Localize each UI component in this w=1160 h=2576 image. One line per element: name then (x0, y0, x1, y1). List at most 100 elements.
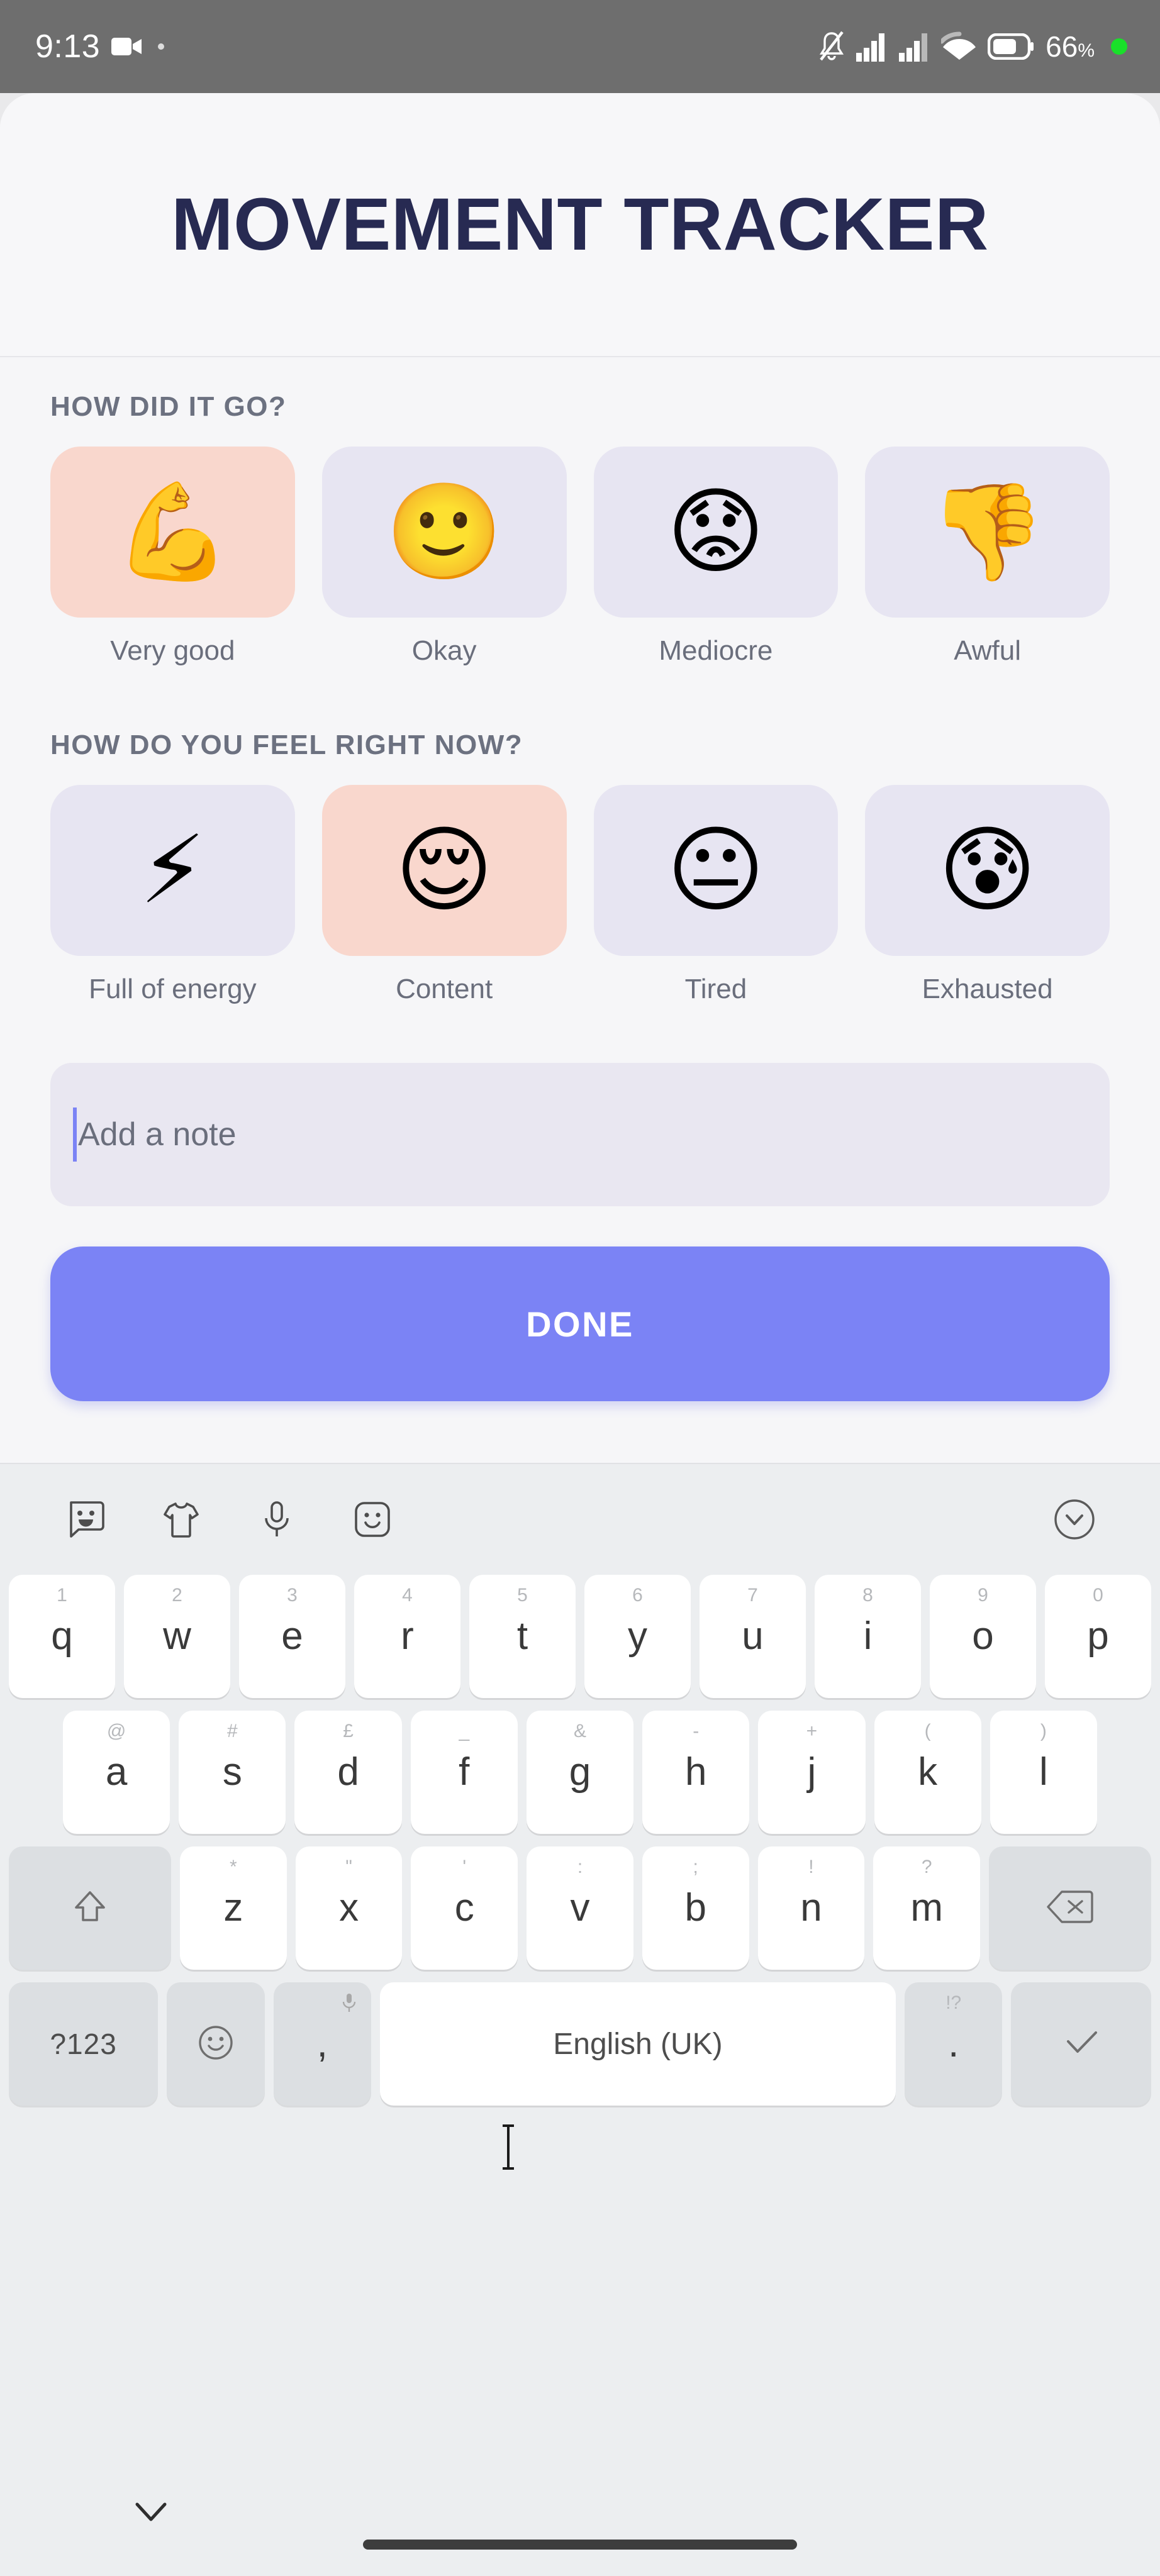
feeling-options-grid: ⚡ Full of energy 😌 Content 😐 Tired 😰 Exh… (50, 785, 1110, 1005)
key-a[interactable]: @ a (63, 1711, 170, 1834)
note-input[interactable]: Add a note (50, 1063, 1110, 1206)
key-n[interactable]: ! n (757, 1846, 865, 1970)
backspace-icon (1046, 1888, 1095, 1929)
keyboard-row-2: @ a # s £ d _ f & g -h + j (k ) l (5, 1711, 1155, 1834)
chevron-down-circle-icon[interactable] (1027, 1496, 1122, 1543)
keyboard-rows: 1q 2w 3e 4r 5t 6y 7u 8i 9o 0p @ a # s £ d _… (0, 1575, 1160, 2118)
key-e[interactable]: 3e (239, 1575, 345, 1698)
keyboard-toolbar (0, 1464, 1160, 1575)
sticker-icon[interactable] (38, 1499, 133, 1540)
shift-key[interactable] (9, 1846, 171, 1970)
keyboard: 1q 2w 3e 4r 5t 6y 7u 8i 9o 0p @ a # s £ d _… (0, 1463, 1160, 2459)
status-bar-left: 9:13 (35, 28, 165, 65)
feeling-option-full-of-energy-label: Full of energy (89, 974, 257, 1004)
feeling-option-tired[interactable]: 😐 Tired (593, 785, 839, 1005)
session-option-awful[interactable]: 👎 Awful (865, 447, 1110, 667)
key-l[interactable]: ) l (990, 1711, 1097, 1834)
key-j[interactable]: + j (758, 1711, 866, 1834)
key-f[interactable]: _ f (410, 1711, 518, 1834)
key-w[interactable]: 2w (124, 1575, 230, 1698)
session-option-very-good-label: Very good (110, 635, 235, 666)
key-k[interactable]: (k (874, 1711, 981, 1834)
signal-bars-1-icon (856, 31, 888, 62)
key-b[interactable]: ; b (642, 1846, 749, 1970)
navigation-bar (0, 2459, 1160, 2576)
emoji-key[interactable] (167, 1982, 265, 2106)
feeling-option-full-of-energy[interactable]: ⚡ Full of energy (50, 785, 295, 1005)
key-i[interactable]: 8i (815, 1575, 921, 1698)
key-x[interactable]: " x (295, 1846, 403, 1970)
key-y[interactable]: 6y (584, 1575, 691, 1698)
worried-face-emoji: 😟 (666, 477, 766, 587)
status-bar-clock: 9:13 (35, 28, 101, 65)
thumbs-down-emoji: 👎 (929, 477, 1047, 587)
hide-keyboard-button[interactable] (126, 2494, 176, 2533)
green-status-dot (1111, 38, 1127, 55)
tshirt-theme-icon[interactable] (133, 1499, 229, 1540)
symbols-key[interactable]: ?123 (9, 1982, 159, 2106)
key-o[interactable]: 9o (930, 1575, 1036, 1698)
flexed-biceps-emoji: 💪 (113, 477, 231, 587)
wifi-icon (941, 31, 978, 62)
feeling-option-tired-tile[interactable]: 😐 (593, 785, 839, 956)
feeling-option-content[interactable]: 😌 Content (321, 785, 567, 1005)
key-t[interactable]: 5t (469, 1575, 576, 1698)
feeling-option-exhausted-tile[interactable]: 😰 (865, 785, 1110, 956)
key-p[interactable]: 0p (1045, 1575, 1151, 1698)
key-s[interactable]: # s (179, 1711, 286, 1834)
form-body: HOW DID IT GO? 💪 Very good 🙂 Okay 😟 Medi… (0, 357, 1160, 1463)
key-r[interactable]: 4r (354, 1575, 460, 1698)
keyboard-row-4: ?123 , English (UK) !? . (5, 1982, 1155, 2106)
done-button[interactable]: DONE (50, 1246, 1110, 1401)
home-gesture-bar[interactable] (363, 2540, 797, 2550)
session-option-okay-label: Okay (411, 635, 477, 666)
key-z[interactable]: * z (179, 1846, 287, 1970)
battery-icon (988, 33, 1034, 60)
slightly-smiling-face-emoji: 🙂 (385, 477, 503, 587)
signal-bars-2-icon (898, 31, 931, 62)
period-key[interactable]: !? . (905, 1982, 1003, 2106)
feeling-option-exhausted-label: Exhausted (922, 974, 1053, 1004)
chevron-down-icon (126, 2502, 176, 2532)
emoji-smiley-icon[interactable] (325, 1499, 420, 1540)
session-option-mediocre-label: Mediocre (659, 635, 773, 666)
emoji-smiley-icon (196, 2023, 236, 2066)
feeling-option-exhausted[interactable]: 😰 Exhausted (865, 785, 1110, 1005)
battery-percent-label: 66% (1046, 30, 1095, 63)
microphone-icon (341, 1992, 357, 2018)
feeling-option-content-tile[interactable]: 😌 (321, 785, 567, 956)
key-g[interactable]: & g (526, 1711, 634, 1834)
recording-dot (158, 43, 165, 50)
key-h[interactable]: -h (642, 1711, 750, 1834)
form-bottom-space (50, 1401, 1110, 1463)
anxious-face-with-sweat-emoji: 😰 (938, 816, 1037, 925)
app-header: MOVEMENT TRACKER (0, 93, 1160, 357)
relieved-face-emoji: 😌 (394, 816, 494, 925)
period-key-hint: !? (945, 1992, 962, 2013)
key-d[interactable]: £ d (294, 1711, 402, 1834)
session-option-very-good-tile[interactable]: 💪 (50, 447, 295, 618)
microphone-icon[interactable] (229, 1499, 325, 1540)
backspace-key[interactable] (989, 1846, 1151, 1970)
session-option-awful-tile[interactable]: 👎 (865, 447, 1110, 618)
keyboard-row-1: 1q 2w 3e 4r 5t 6y 7u 8i 9o 0p (5, 1575, 1155, 1698)
session-option-mediocre[interactable]: 😟 Mediocre (593, 447, 839, 667)
session-option-okay[interactable]: 🙂 Okay (321, 447, 567, 667)
key-u[interactable]: 7u (700, 1575, 806, 1698)
feeling-option-full-of-energy-tile[interactable]: ⚡ (50, 785, 295, 956)
video-record-icon (111, 35, 143, 58)
session-option-very-good[interactable]: 💪 Very good (50, 447, 295, 667)
comma-key[interactable]: , (273, 1982, 371, 2106)
key-c[interactable]: ' c (411, 1846, 518, 1970)
neutral-face-emoji: 😐 (666, 816, 766, 925)
key-q[interactable]: 1q (9, 1575, 115, 1698)
text-caret (73, 1108, 77, 1162)
session-option-mediocre-tile[interactable]: 😟 (593, 447, 839, 618)
key-m[interactable]: ? m (873, 1846, 981, 1970)
session-option-okay-tile[interactable]: 🙂 (321, 447, 567, 618)
status-bar: 9:13 66% (0, 0, 1160, 93)
enter-key[interactable] (1011, 1982, 1151, 2106)
key-v[interactable]: :v (527, 1846, 633, 1970)
symbols-key-label: ?123 (50, 2028, 117, 2060)
space-key[interactable]: English (UK) (379, 1982, 896, 2106)
